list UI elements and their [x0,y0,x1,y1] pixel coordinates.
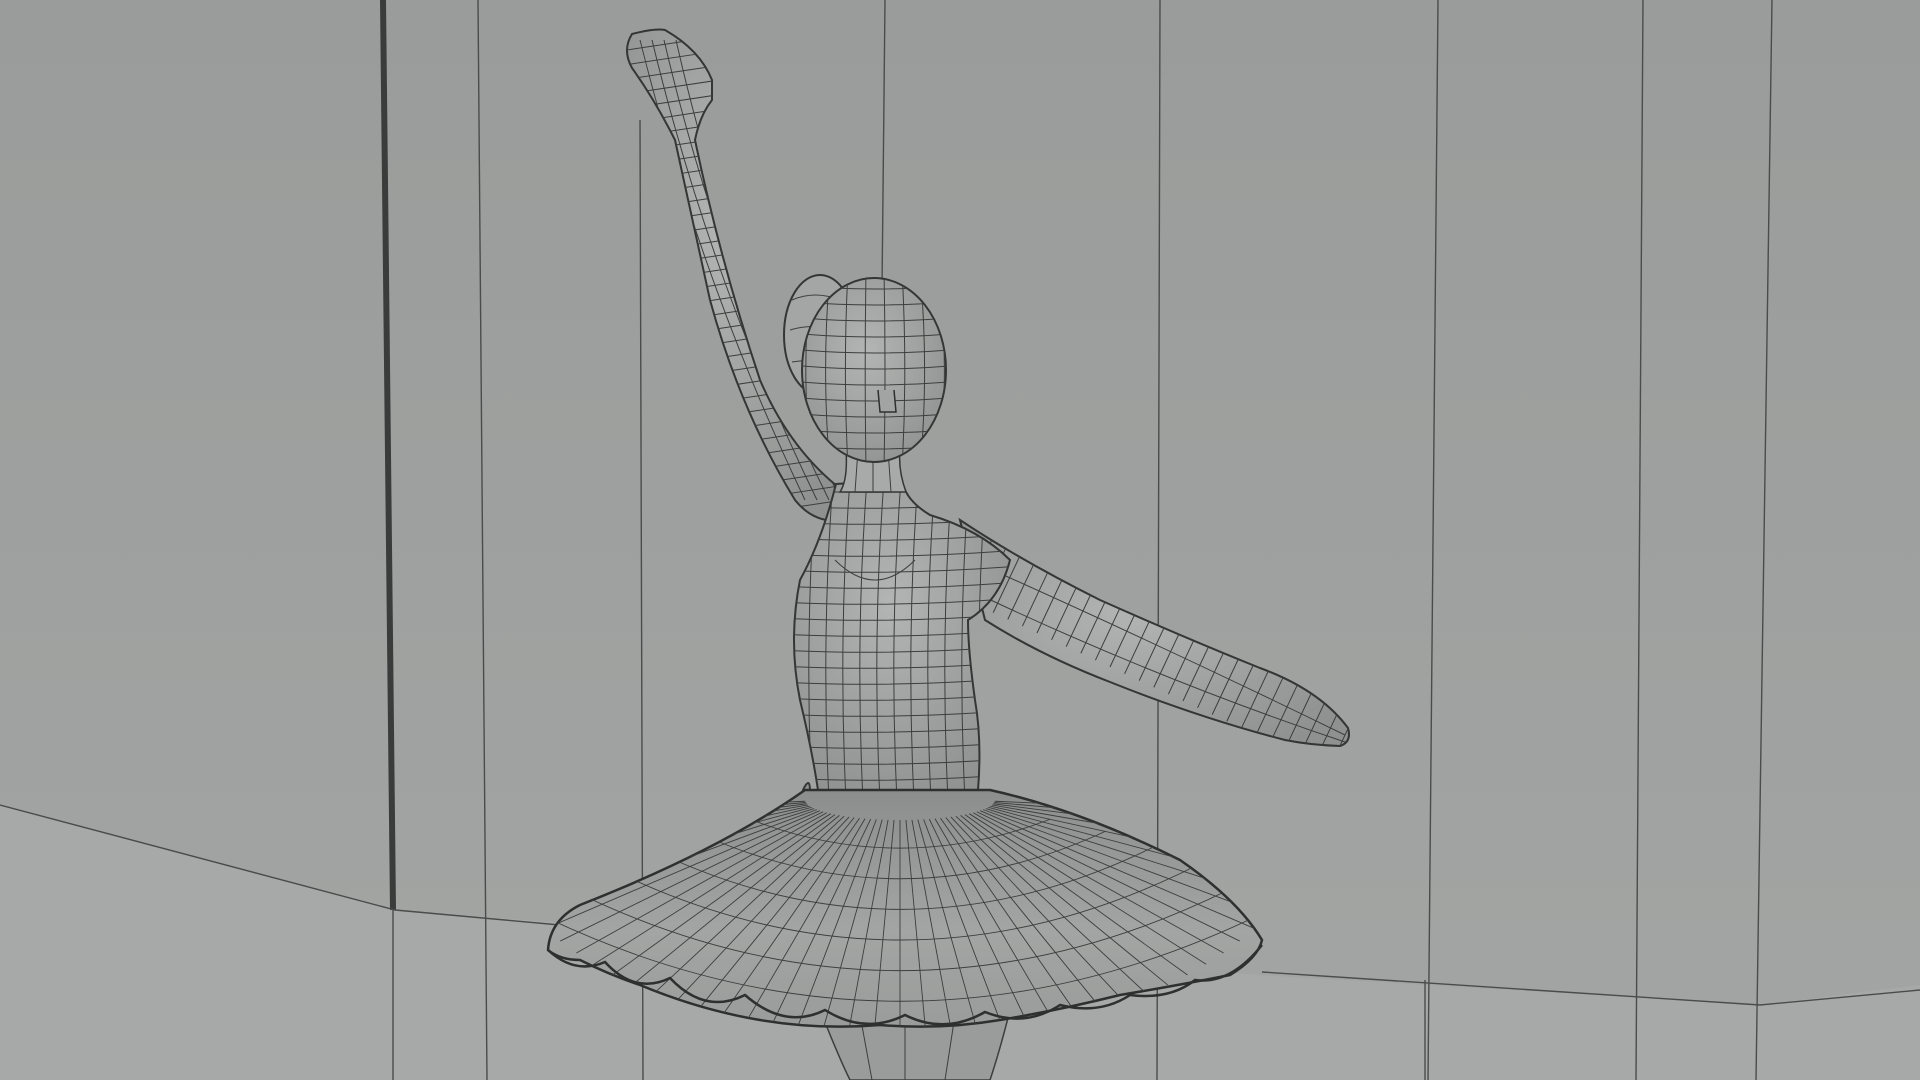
3d-viewport[interactable] [0,0,1920,1080]
